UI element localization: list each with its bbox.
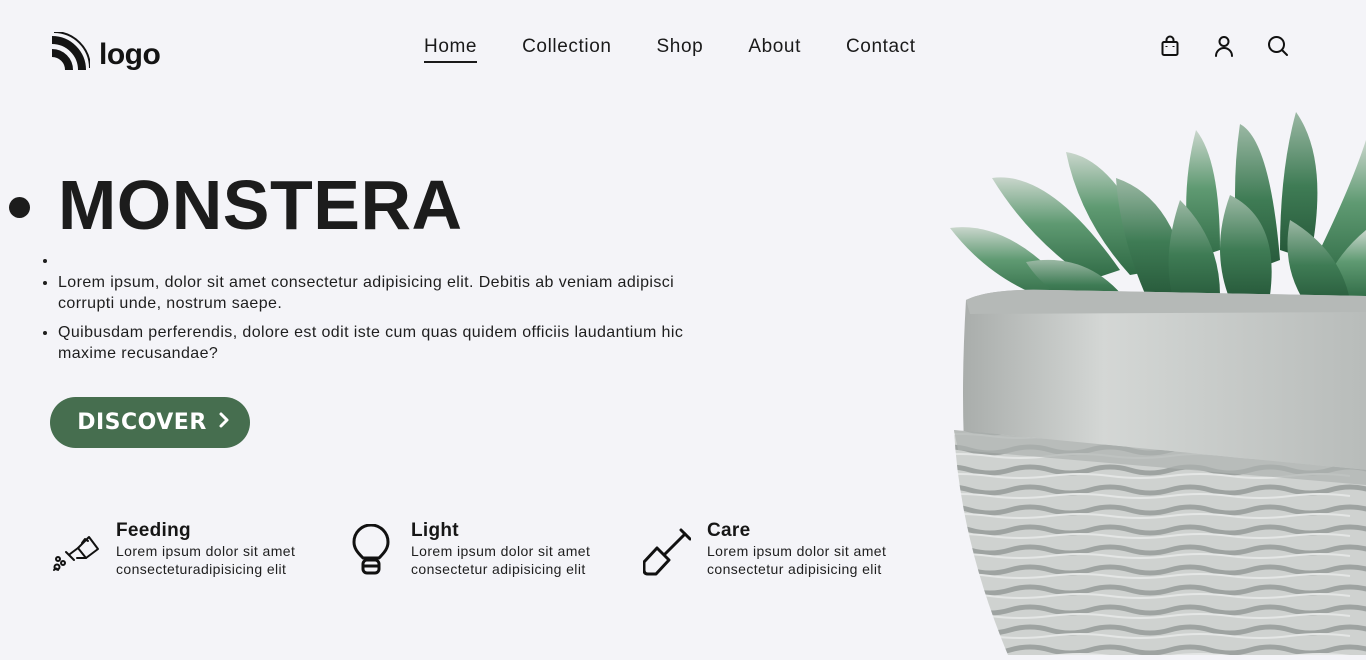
feature-desc-line-1: Lorem ipsum dolor sit amet [707, 543, 887, 559]
feature-desc-line-1: Lorem ipsum dolor sit amet [411, 543, 591, 559]
feature-text: Light Lorem ipsum dolor sit amet consect… [411, 520, 590, 578]
nav-collection[interactable]: Collection [522, 36, 611, 63]
hero-paragraph-1: Lorem ipsum, dolor sit amet consectetur … [58, 272, 698, 314]
watering-can-icon [52, 524, 100, 576]
feature-text: Care Lorem ipsum dolor sit amet consecte… [707, 520, 886, 578]
hero-paragraph-2: Quibusdam perferendis, dolore est odit i… [58, 322, 698, 364]
feature-desc-line-2: consectetur adipisicing elit [411, 561, 586, 577]
hero-title: MONSTERA [58, 160, 698, 250]
shovel-icon [642, 524, 692, 576]
feature-desc-line-2: consectetur adipisicing elit [707, 561, 882, 577]
feature-desc-line-2: consecteturadipisicing elit [116, 561, 287, 577]
hero-list: MONSTERA Lorem ipsum, dolor sit amet con… [30, 160, 698, 372]
discover-label: DISCOVER [77, 410, 207, 435]
chevron-right-icon [217, 410, 231, 435]
logo[interactable]: logo [50, 31, 161, 77]
lightbulb-icon [347, 523, 395, 576]
nav-shop[interactable]: Shop [657, 36, 704, 63]
feature-title: Feeding [116, 520, 191, 541]
feature-desc-line-1: Lorem ipsum dolor sit amet [116, 543, 296, 559]
shopping-bag-icon[interactable] [1158, 34, 1182, 58]
main-nav: Home Collection Shop About Contact [424, 36, 961, 63]
search-icon[interactable] [1266, 34, 1290, 58]
feature-title: Light [411, 520, 459, 541]
nav-home[interactable]: Home [424, 36, 478, 63]
feature-title: Care [707, 520, 751, 541]
feature-care: Care Lorem ipsum dolor sit amet consecte… [642, 520, 886, 578]
feature-feeding: Feeding Lorem ipsum dolor sit amet conse… [52, 520, 295, 578]
nav-contact[interactable]: Contact [846, 36, 916, 63]
nav-about[interactable]: About [748, 36, 801, 63]
user-icon[interactable] [1212, 34, 1236, 58]
logo-icon [50, 31, 91, 77]
discover-button[interactable]: DISCOVER [50, 397, 250, 448]
header-actions [1158, 34, 1290, 58]
empty-list-item [58, 250, 698, 272]
logo-text: logo [99, 37, 161, 71]
plant-image [930, 100, 1366, 655]
feature-light: Light Lorem ipsum dolor sit amet consect… [347, 520, 590, 578]
feature-text: Feeding Lorem ipsum dolor sit amet conse… [116, 520, 295, 578]
